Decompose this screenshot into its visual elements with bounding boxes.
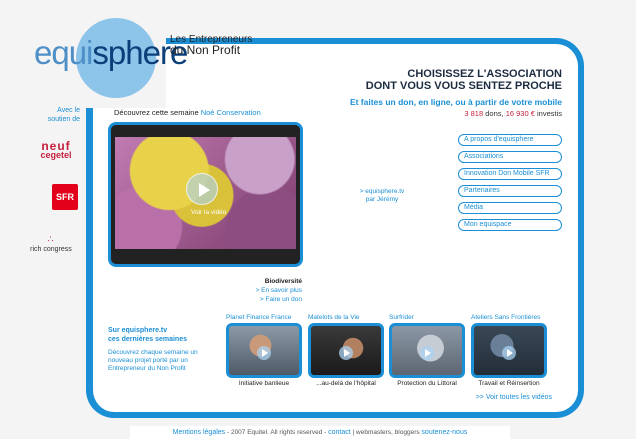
support-link[interactable]: soutenez-nous bbox=[421, 429, 467, 436]
logo[interactable]: equisphere bbox=[34, 34, 188, 72]
investis-amount: 16 930 € bbox=[505, 109, 535, 118]
video-org[interactable]: Ateliers Sans Frontières bbox=[471, 314, 547, 323]
tv-section-heading[interactable]: Sur equisphere.tv ces dernières semaines bbox=[108, 326, 187, 344]
donation-stats: 3 818 dons, 16 930 € investis bbox=[300, 109, 562, 118]
nav-partners-button[interactable]: Partenaires bbox=[458, 185, 562, 197]
featured-intro-text: Découvrez cette semaine bbox=[114, 108, 199, 117]
video-image[interactable] bbox=[308, 323, 384, 378]
logo-part1: equi bbox=[34, 34, 93, 71]
rich-congress-dots-icon: ∴ bbox=[47, 234, 55, 244]
video-caption: Travail et Réinsertion bbox=[478, 380, 540, 387]
video-caption: Initiative banlieue bbox=[238, 380, 290, 387]
featured-intro: Découvrez cette semaine Noé Conservation bbox=[114, 108, 261, 117]
nav-equispace-button[interactable]: Mon equispace bbox=[458, 219, 562, 231]
sfr-logo[interactable]: SFR bbox=[52, 184, 78, 210]
featured-video[interactable]: Voir la vidéo bbox=[108, 122, 303, 267]
video-thumb[interactable]: Ateliers Sans Frontières Travail et Réin… bbox=[471, 314, 547, 387]
play-icon[interactable] bbox=[257, 346, 271, 360]
footer-middle-text: | webmasters, bloggers bbox=[350, 429, 422, 436]
nav-about-button[interactable]: A propos d'equisphere bbox=[458, 134, 562, 146]
equisphere-tv-link[interactable]: > equisphere.tv par Jérémy bbox=[352, 188, 412, 204]
tv-heading-line2: ces dernières semaines bbox=[108, 336, 187, 343]
legal-link[interactable]: Mentions légales bbox=[173, 429, 226, 436]
equisphere-tv-line1: > equisphere.tv bbox=[359, 188, 405, 195]
featured-org-link[interactable]: Noé Conservation bbox=[201, 108, 261, 117]
featured-category: Biodiversité bbox=[264, 278, 302, 285]
video-image[interactable] bbox=[471, 323, 547, 378]
video-org[interactable]: Surfrider bbox=[389, 314, 465, 323]
tv-heading-line1: Sur equisphere.tv bbox=[108, 327, 168, 334]
all-videos-link[interactable]: >> Voir toutes les vidéos bbox=[440, 394, 552, 401]
copyright-text: - 2007 Equitel. All rights reserved - bbox=[225, 429, 329, 436]
donate-link[interactable]: > Faire un don bbox=[200, 295, 302, 304]
featured-links: Biodiversité > En savoir plus > Faire un… bbox=[200, 277, 302, 304]
equisphere-tv-line2: par Jérémy bbox=[365, 196, 399, 203]
tv-section-description: Découvrez chaque semaine un nouveau proj… bbox=[108, 349, 198, 372]
video-thumb[interactable]: Planet Finance France Initiative banlieu… bbox=[226, 314, 302, 387]
play-icon[interactable] bbox=[502, 346, 516, 360]
page-subtitle: Et faites un don, en ligne, ou à partir … bbox=[349, 97, 562, 107]
video-thumb[interactable]: Matelots de la Vie ...au-delà de l'hôpit… bbox=[308, 314, 384, 387]
play-icon[interactable] bbox=[420, 346, 434, 360]
nav-buttons: A propos d'equisphere Associations Innov… bbox=[458, 134, 562, 236]
investis-label: investis bbox=[536, 109, 562, 118]
neuf-cegetel-logo[interactable]: neuf cegetel bbox=[30, 140, 82, 160]
contact-link[interactable]: contact bbox=[328, 429, 351, 436]
page-title: CHOISISSEZ L'ASSOCIATION DONT VOUS VOUS … bbox=[330, 68, 562, 92]
video-caption: Protection du Littoral bbox=[397, 380, 457, 387]
footer: Mentions légales - 2007 Equitel. All rig… bbox=[130, 426, 510, 439]
dons-count: 3 818 bbox=[464, 109, 484, 118]
video-thumb[interactable]: Surfrider Protection du Littoral bbox=[389, 314, 465, 387]
cegetel-text: cegetel bbox=[40, 150, 72, 160]
rich-congress-text: rich congress bbox=[30, 246, 72, 253]
rich-congress-logo[interactable]: ∴ rich congress bbox=[20, 234, 82, 253]
video-org[interactable]: Planet Finance France bbox=[226, 314, 302, 323]
watch-video-label[interactable]: Voir la vidéo bbox=[191, 209, 226, 216]
title-line2: DONT VOUS VOUS SENTEZ PROCHE bbox=[365, 80, 562, 92]
title-line1: CHOISISSEZ L'ASSOCIATION bbox=[407, 68, 562, 80]
play-icon[interactable] bbox=[186, 173, 218, 205]
video-caption: ...au-delà de l'hôpital bbox=[316, 380, 376, 387]
video-image[interactable] bbox=[389, 323, 465, 378]
nav-media-button[interactable]: Média bbox=[458, 202, 562, 214]
dons-label: dons, bbox=[485, 109, 504, 118]
nav-innovation-button[interactable]: Innovation Don Mobile SFR bbox=[458, 168, 562, 180]
nav-associations-button[interactable]: Associations bbox=[458, 151, 562, 163]
page: equisphere Les Entrepreneurs du Non Prof… bbox=[0, 0, 636, 439]
video-image[interactable] bbox=[226, 323, 302, 378]
logo-tagline: Les Entrepreneurs du Non Profit bbox=[170, 34, 252, 56]
learn-more-link[interactable]: > En savoir plus bbox=[200, 286, 302, 295]
sponsors-label: Avec le soutien de bbox=[47, 107, 80, 123]
tagline-line2: du Non Profit bbox=[170, 43, 241, 57]
video-org[interactable]: Matelots de la Vie bbox=[308, 314, 384, 323]
play-icon[interactable] bbox=[339, 346, 353, 360]
